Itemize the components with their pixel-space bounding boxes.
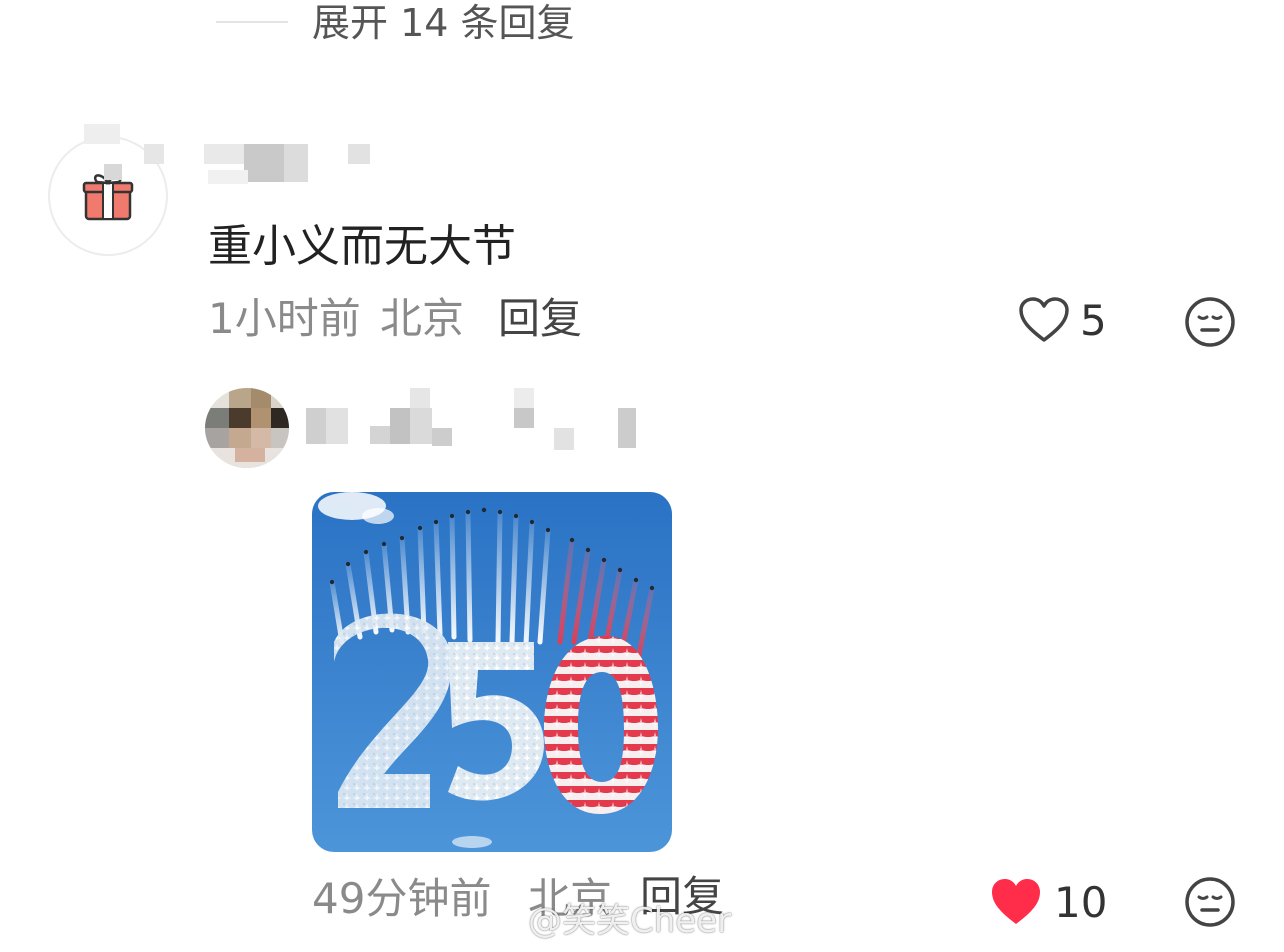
react-button[interactable] [1184,876,1236,932]
neutral-face-icon [1185,877,1235,927]
expand-replies-link[interactable]: 展开 14 条回复 [312,0,575,46]
watermark: @笑笑Cheer [528,901,732,941]
comment-text: 重小义而无大节 [208,221,516,272]
heart-filled-icon [992,879,1040,924]
like-button[interactable] [1018,296,1070,348]
heart-outline-icon [1019,297,1069,342]
like-count: 10 [1054,878,1108,927]
reply-button[interactable]: 回复 [498,294,582,344]
avatar[interactable] [205,388,289,468]
like-button[interactable] [990,878,1042,930]
neutral-face-icon [1185,297,1235,347]
react-button[interactable] [1184,296,1236,352]
like-count: 5 [1080,296,1107,345]
comment-location: 北京 [380,294,465,343]
expand-divider-line [216,21,288,23]
comment-image[interactable] [312,492,672,852]
comment-time: 49分钟前 [312,874,492,923]
comment-time: 1小时前 [208,294,361,343]
